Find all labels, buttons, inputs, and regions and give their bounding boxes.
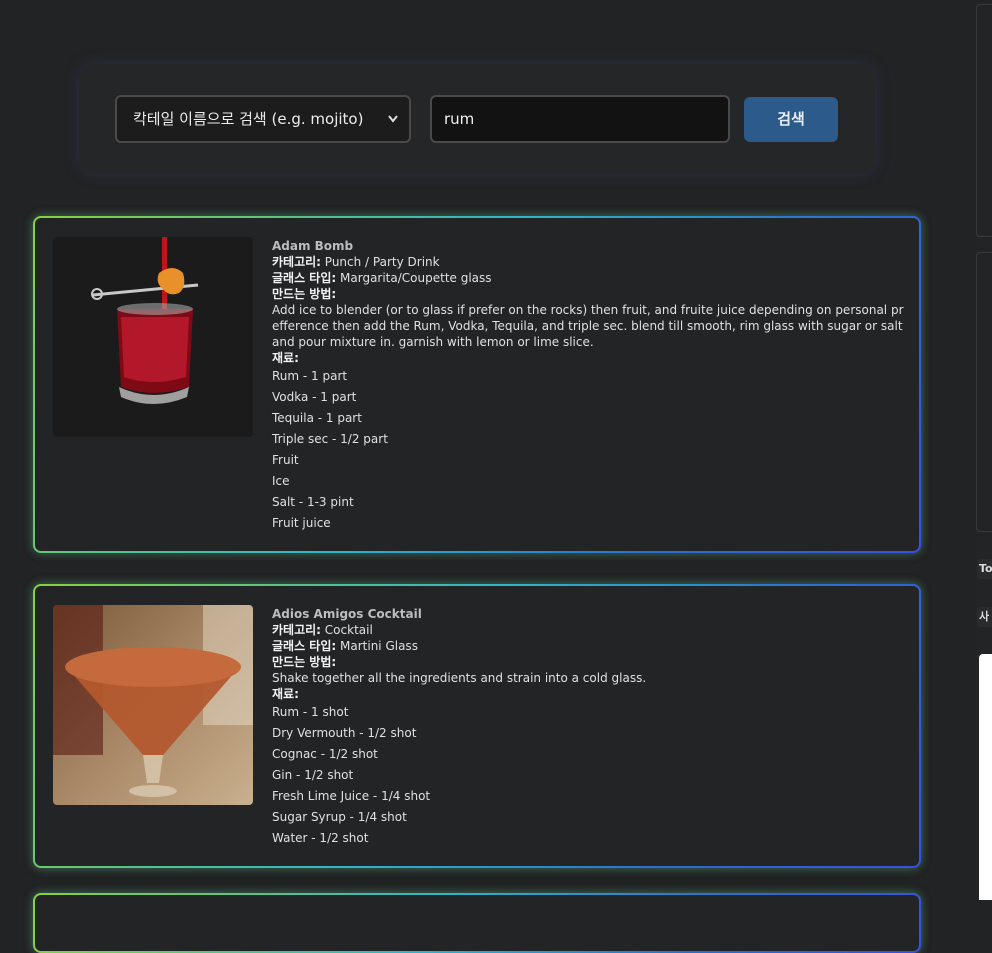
search-mode-label: 칵테일 이름으로 검색 (e.g. mojito)	[133, 110, 364, 128]
cocktail-image	[53, 237, 253, 437]
chevron-down-icon	[387, 97, 399, 160]
cocktail-card	[33, 893, 921, 953]
side-box	[976, 4, 992, 237]
glass-value: Martini Glass	[340, 639, 418, 653]
ingredient-item: Sugar Syrup - 1/4 shot	[272, 810, 407, 824]
ingredient-item: Vodka - 1 part	[272, 390, 357, 404]
ingredients-label: 재료:	[272, 351, 299, 365]
cocktail-name: Adam Bomb	[272, 239, 354, 253]
ingredient-item: Fruit juice	[272, 516, 331, 530]
side-tab[interactable]: To	[977, 559, 992, 579]
search-panel: 칵테일 이름으로 검색 (e.g. mojito) rum 검색	[79, 64, 875, 174]
instructions-label: 만드는 방법:	[272, 655, 337, 669]
cocktail-info: Adam Bomb 카테고리: Punch / Party Drink 글래스 …	[272, 238, 906, 534]
instructions-label: 만드는 방법:	[272, 287, 337, 301]
ingredients-label: 재료:	[272, 687, 299, 701]
category-value: Cocktail	[324, 623, 373, 637]
ingredient-item: Rum - 1 part	[272, 369, 348, 383]
ingredient-item: Triple sec - 1/2 part	[272, 432, 388, 446]
search-button[interactable]: 검색	[744, 97, 838, 142]
search-mode-select[interactable]: 칵테일 이름으로 검색 (e.g. mojito)	[115, 95, 411, 143]
search-input[interactable]: rum	[430, 95, 730, 143]
ingredient-item: Gin - 1/2 shot	[272, 768, 354, 782]
ingredient-item: Salt - 1-3 pint	[272, 495, 354, 509]
side-box	[976, 252, 992, 532]
ingredient-item: Ice	[272, 474, 290, 488]
ingredient-item: Dry Vermouth - 1/2 shot	[272, 726, 417, 740]
glass-row: 글래스 타입: Martini Glass	[272, 638, 906, 654]
ingredient-item: Fruit	[272, 453, 299, 467]
category-row: 카테고리: Cocktail	[272, 622, 906, 638]
side-white-panel	[979, 654, 992, 900]
glass-label: 글래스 타입:	[272, 271, 337, 285]
cocktail-image	[53, 605, 253, 805]
category-row: 카테고리: Punch / Party Drink	[272, 254, 906, 270]
category-label: 카테고리:	[272, 255, 321, 269]
ingredient-list: Rum - 1 shot Dry Vermouth - 1/2 shot Cog…	[272, 702, 906, 849]
ingredient-item: Rum - 1 shot	[272, 705, 349, 719]
glass-row: 글래스 타입: Margarita/Coupette glass	[272, 270, 906, 286]
side-tab[interactable]: 사	[977, 607, 992, 627]
glass-value: Margarita/Coupette glass	[340, 271, 492, 285]
glass-label: 글래스 타입:	[272, 639, 337, 653]
category-label: 카테고리:	[272, 623, 321, 637]
ingredient-item: Tequila - 1 part	[272, 411, 362, 425]
cocktail-card: Adam Bomb 카테고리: Punch / Party Drink 글래스 …	[33, 216, 921, 553]
cocktail-info: Adios Amigos Cocktail 카테고리: Cocktail 글래스…	[272, 606, 906, 849]
cocktail-name: Adios Amigos Cocktail	[272, 607, 422, 621]
ingredient-list: Rum - 1 part Vodka - 1 part Tequila - 1 …	[272, 366, 906, 534]
cocktail-card: Adios Amigos Cocktail 카테고리: Cocktail 글래스…	[33, 584, 921, 868]
category-value: Punch / Party Drink	[324, 255, 440, 269]
instructions-text: Add ice to blender (or to glass if prefe…	[272, 303, 904, 349]
instructions-text: Shake together all the ingredients and s…	[272, 671, 647, 685]
ingredient-item: Cognac - 1/2 shot	[272, 747, 378, 761]
ingredient-item: Fresh Lime Juice - 1/4 shot	[272, 789, 431, 803]
ingredient-item: Water - 1/2 shot	[272, 831, 369, 845]
